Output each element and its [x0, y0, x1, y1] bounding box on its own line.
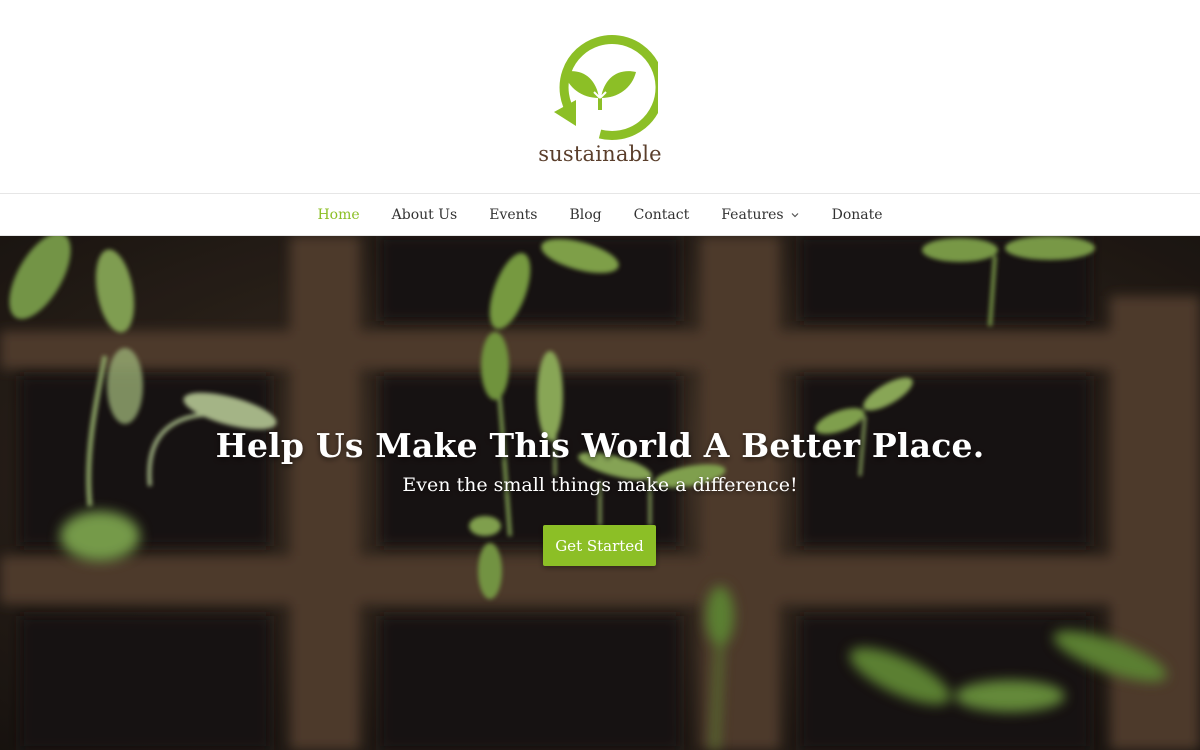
nav-item-label: Blog: [569, 206, 602, 223]
nav-item-label: About Us: [391, 206, 458, 223]
nav-item-home[interactable]: Home: [317, 207, 359, 223]
nav-list: Home About Us Events Blog Contact Featur…: [0, 194, 1200, 235]
nav-item-label: Events: [489, 206, 538, 223]
nav-item-blog[interactable]: Blog: [569, 207, 601, 223]
hero-section: Help Us Make This World A Better Place. …: [0, 236, 1200, 750]
nav-item-label: Contact: [633, 206, 690, 223]
site-logo[interactable]: sustainable: [530, 24, 670, 174]
main-nav: Home About Us Events Blog Contact Featur…: [0, 193, 1200, 236]
nav-item-label: Home: [317, 206, 360, 223]
nav-item-label: Features: [721, 206, 784, 223]
nav-item-donate[interactable]: Donate: [832, 207, 883, 223]
nav-item-contact[interactable]: Contact: [634, 207, 690, 223]
nav-item-features[interactable]: Features: [721, 207, 799, 223]
hero-subtitle: Even the small things make a difference!: [402, 474, 798, 496]
leaf-recycle-icon: [554, 35, 658, 141]
nav-item-about-us[interactable]: About Us: [392, 207, 458, 223]
chevron-down-icon: [791, 212, 799, 217]
get-started-button[interactable]: Get Started: [543, 525, 656, 566]
site-title: sustainable: [538, 142, 662, 166]
nav-item-label: Donate: [831, 206, 883, 223]
nav-item-events[interactable]: Events: [489, 207, 537, 223]
hero-title: Help Us Make This World A Better Place.: [215, 426, 985, 465]
site-header: sustainable: [0, 0, 1200, 193]
